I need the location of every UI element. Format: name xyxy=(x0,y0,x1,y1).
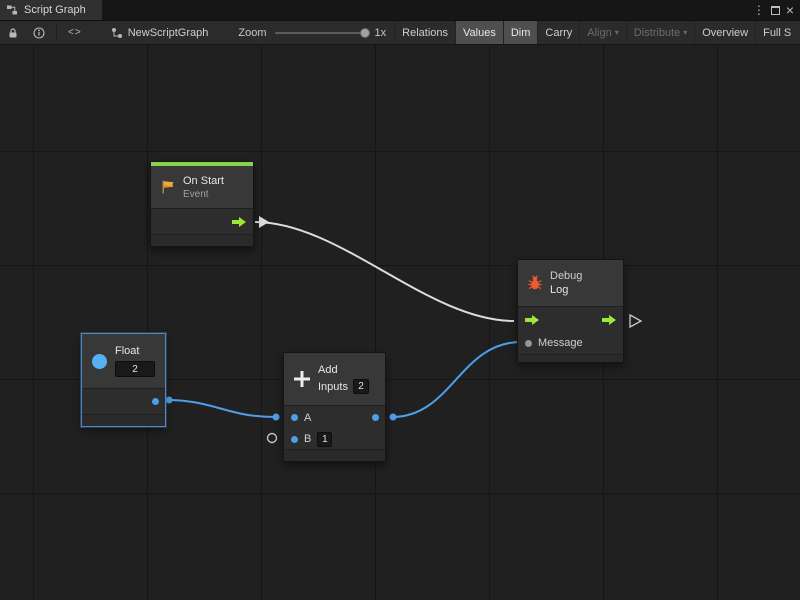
wire-onstart-to-debuglog[interactable] xyxy=(255,222,514,321)
float-value-input[interactable]: 2 xyxy=(115,361,155,377)
relations-button[interactable]: Relations xyxy=(394,21,455,44)
wire-float-to-add-a[interactable] xyxy=(166,400,275,417)
node-title: Debug xyxy=(550,270,582,282)
float-icon xyxy=(91,353,108,370)
wire-endpoint-dot xyxy=(390,414,397,421)
script-graph-window: Script Graph ⋮ × <> xyxy=(0,0,800,600)
zoom-slider-handle[interactable] xyxy=(360,28,370,38)
tab-script-graph[interactable]: Script Graph xyxy=(0,0,102,20)
zoom-slider[interactable] xyxy=(275,32,367,34)
dim-button[interactable]: Dim xyxy=(503,21,538,44)
plus-icon xyxy=(293,370,311,388)
graph-name-breadcrumb[interactable]: NewScriptGraph xyxy=(111,27,209,39)
titlebar: Script Graph ⋮ × xyxy=(0,0,800,21)
tab-label: Script Graph xyxy=(24,4,86,16)
wire-endpoint-dot xyxy=(166,397,173,404)
toolbar: <> NewScriptGraph Zoom 1x Relations Valu… xyxy=(0,21,800,45)
port-b-label: B xyxy=(304,433,311,445)
node-subtitle: Inputs xyxy=(318,381,348,393)
wire-endpoint-dot xyxy=(273,414,280,421)
node-debug-log[interactable]: Debug Log Message xyxy=(517,259,624,363)
node-footer xyxy=(284,449,385,461)
flow-continue-triangle[interactable] xyxy=(630,315,641,327)
value-input-port-message[interactable] xyxy=(525,340,532,347)
node-float[interactable]: Float 2 xyxy=(81,333,166,427)
graph-canvas[interactable]: On Start Event Float 2 xyxy=(0,45,800,600)
values-button[interactable]: Values xyxy=(455,21,503,44)
value-output-port[interactable] xyxy=(372,414,379,421)
window-controls: ⋮ × xyxy=(753,0,800,20)
align-label: Align xyxy=(587,27,611,39)
value-input-port-b[interactable] xyxy=(291,436,298,443)
menu-icon[interactable]: ⋮ xyxy=(753,4,765,16)
chevron-down-icon: ▾ xyxy=(683,28,687,37)
node-title: On Start xyxy=(183,175,224,187)
carry-button[interactable]: Carry xyxy=(537,21,579,44)
script-graph-icon xyxy=(6,4,18,16)
value-output-port[interactable] xyxy=(152,398,159,405)
node-footer xyxy=(151,234,253,246)
node-add[interactable]: Add Inputs 2 A B 1 xyxy=(283,352,386,462)
node-footer xyxy=(82,414,165,426)
value-input-port-a[interactable] xyxy=(291,414,298,421)
info-icon[interactable] xyxy=(26,21,52,44)
port-a-label: A xyxy=(304,412,311,424)
node-on-start[interactable]: On Start Event xyxy=(150,161,254,247)
node-subtitle: Event xyxy=(183,189,224,200)
flow-output-port[interactable] xyxy=(602,315,616,325)
code-icon[interactable]: <> xyxy=(61,21,89,44)
graph-name-label: NewScriptGraph xyxy=(128,27,209,39)
bug-icon xyxy=(527,275,543,291)
zoom-control: Zoom 1x xyxy=(238,27,386,39)
flow-input-port[interactable] xyxy=(525,315,539,325)
align-button[interactable]: Align ▾ xyxy=(579,21,625,44)
chevron-down-icon: ▾ xyxy=(615,28,619,37)
overview-button[interactable]: Overview xyxy=(694,21,755,44)
zoom-value: 1x xyxy=(375,27,387,39)
node-subtitle: Log xyxy=(550,284,582,296)
node-title: Add xyxy=(318,364,369,376)
inputs-count-input[interactable]: 2 xyxy=(353,379,369,394)
flow-output-port[interactable] xyxy=(232,217,246,227)
maximize-icon[interactable] xyxy=(771,6,780,15)
distribute-button[interactable]: Distribute ▾ xyxy=(626,21,694,44)
toolbar-separator xyxy=(56,25,57,41)
port-b-value-input[interactable]: 1 xyxy=(317,432,332,447)
distribute-label: Distribute xyxy=(634,27,680,39)
flag-icon xyxy=(160,179,176,195)
graph-file-icon xyxy=(111,27,123,39)
lock-icon[interactable] xyxy=(0,21,26,44)
message-port-label: Message xyxy=(538,337,583,349)
toolbar-buttons: Relations Values Dim Carry Align ▾ Distr… xyxy=(394,21,798,44)
fullscreen-button[interactable]: Full S xyxy=(755,21,798,44)
zoom-label: Zoom xyxy=(238,27,266,39)
port-b-unconnected-circle[interactable] xyxy=(268,434,277,443)
close-icon[interactable]: × xyxy=(786,3,794,17)
node-title: Float xyxy=(115,345,155,357)
node-footer xyxy=(518,354,623,362)
wire-arrowhead xyxy=(259,216,269,228)
wire-add-to-debuglog-message[interactable] xyxy=(392,342,521,417)
